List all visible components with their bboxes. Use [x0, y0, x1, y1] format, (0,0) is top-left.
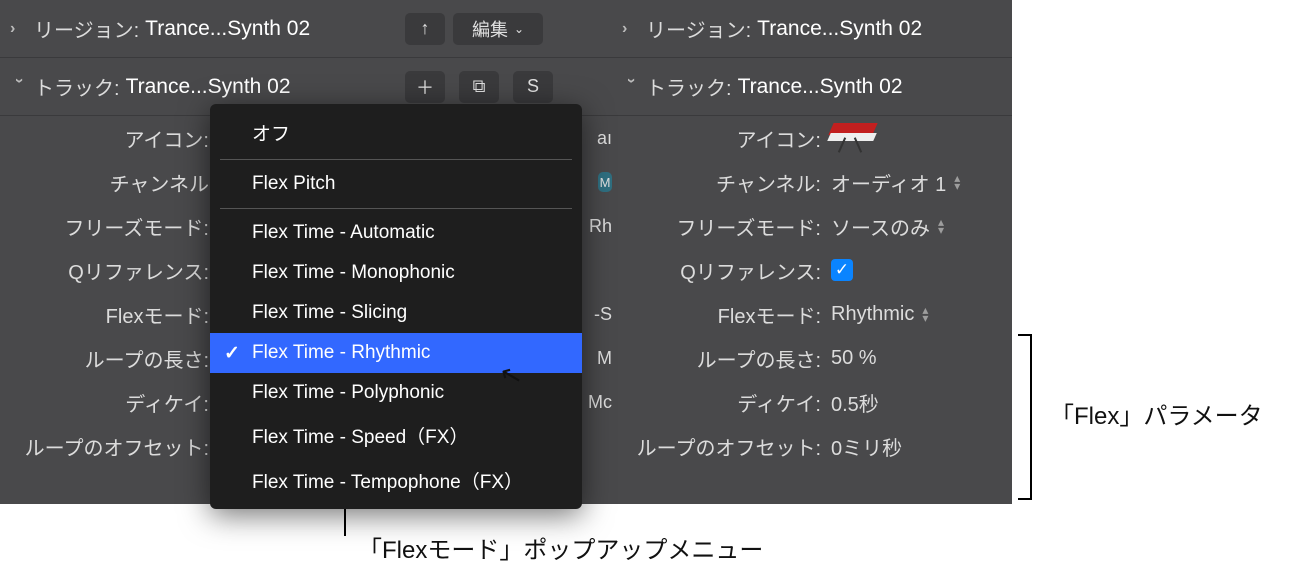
channel-label: チャンネル: [612, 168, 827, 197]
chevron-right-icon: › [10, 20, 28, 38]
chevron-down-icon: › [10, 78, 28, 96]
loopoff-value[interactable]: 0ミリ秒 [827, 432, 902, 461]
looplen-label: ループの長さ: [612, 344, 827, 373]
track-value: Trance...Synth 02 [126, 75, 291, 99]
row-loopoff-label: ループのオフセット: [0, 432, 215, 461]
flex-popup-callout: 「Flexモード」ポップアップメニュー [358, 530, 763, 565]
mute-badge[interactable]: M [598, 172, 612, 192]
row-icon-label: アイコン: [0, 124, 215, 153]
duplicate-icon: ⧉ [473, 76, 486, 97]
qref-label: Qリファレンス: [612, 256, 827, 285]
region-value: Trance...Synth 02 [145, 17, 310, 41]
region-label: リージョン: [34, 14, 139, 43]
popup-item-rhythmic[interactable]: Flex Time - Rhythmic [210, 333, 582, 373]
icon-label: アイコン: [612, 124, 827, 153]
track-label: トラック: [646, 72, 732, 101]
edit-menu-button[interactable]: 編集 ⌄ [453, 13, 543, 45]
stepper-icon: ▴▾ [938, 218, 944, 234]
popup-item-off[interactable]: オフ [210, 110, 582, 155]
popup-item-flexpitch[interactable]: Flex Pitch [210, 164, 582, 204]
popup-item-polyphonic[interactable]: Flex Time - Polyphonic [210, 373, 582, 413]
freeze-value[interactable]: ソースのみ ▴▾ [827, 212, 944, 241]
loopoff-label: ループのオフセット: [612, 432, 827, 461]
separator [220, 208, 572, 209]
qref-checkbox[interactable]: ✓ [831, 259, 853, 281]
flex-mode-popup: オフ Flex Pitch Flex Time - Automatic Flex… [210, 104, 582, 509]
decay-label: ディケイ: [612, 388, 827, 417]
row-looplen-label: ループの長さ: [0, 344, 215, 373]
chevron-right-icon: › [622, 20, 640, 38]
region-header[interactable]: › リージョン: Trance...Synth 02 [612, 0, 1012, 58]
peek-text: -S [594, 304, 612, 325]
peek-text: M [597, 348, 612, 369]
solo-button[interactable]: S [513, 71, 553, 103]
popup-item-slicing[interactable]: Flex Time - Slicing [210, 293, 582, 333]
row-flexmode-label: Flexモード: [0, 300, 215, 329]
plus-icon: ＋ [416, 74, 434, 100]
region-label: リージョン: [646, 14, 751, 43]
channel-value[interactable]: オーディオ 1 ▴▾ [827, 168, 960, 197]
looplen-value[interactable]: 50 % [827, 347, 877, 370]
decay-value[interactable]: 0.5秒 [827, 388, 879, 417]
peek-text: Mc [588, 392, 612, 413]
row-freeze-label: フリーズモード: [0, 212, 215, 241]
chevron-down-icon: › [622, 78, 640, 96]
freeze-label: フリーズモード: [612, 212, 827, 241]
flexmode-label: Flexモード: [612, 300, 827, 329]
peek-text: Rh [589, 216, 612, 237]
separator [220, 159, 572, 160]
popup-item-tempophone[interactable]: Flex Time - Tempophone（FX） [210, 458, 582, 503]
row-qref-label: Qリファレンス: [0, 256, 215, 285]
flex-params-bracket [1018, 334, 1032, 500]
stepper-icon: ▴▾ [954, 174, 960, 190]
row-channel-label: チャンネル [0, 168, 215, 197]
keyboard-stand-icon [831, 123, 879, 153]
flex-params-callout: 「Flex」パラメータ [1050, 396, 1263, 431]
stepper-icon: ▴▾ [922, 306, 928, 322]
inspector-right: › リージョン: Trance...Synth 02 › トラック: Tranc… [612, 0, 1012, 504]
region-header[interactable]: › リージョン: Trance...Synth 02 [0, 0, 395, 58]
popup-item-monophonic[interactable]: Flex Time - Monophonic [210, 253, 582, 293]
back-up-button[interactable]: ↑ [405, 13, 445, 45]
row-decay-label: ディケイ: [0, 388, 215, 417]
region-value: Trance...Synth 02 [757, 17, 922, 41]
track-icon[interactable] [827, 123, 879, 153]
add-button[interactable]: ＋ [405, 71, 445, 103]
chevron-down-icon: ⌄ [514, 22, 524, 36]
duplicate-button[interactable]: ⧉ [459, 71, 499, 103]
peek-text: M [598, 172, 612, 192]
flexmode-value[interactable]: Rhythmic ▴▾ [827, 303, 928, 326]
peek-text: aı [597, 128, 612, 149]
popup-item-speed[interactable]: Flex Time - Speed（FX） [210, 413, 582, 458]
edit-label: 編集 [472, 16, 508, 42]
popup-item-automatic[interactable]: Flex Time - Automatic [210, 213, 582, 253]
s-label: S [527, 76, 539, 97]
track-label: トラック: [34, 72, 120, 101]
track-header[interactable]: › トラック: Trance...Synth 02 [612, 58, 1012, 116]
track-value: Trance...Synth 02 [738, 75, 903, 99]
